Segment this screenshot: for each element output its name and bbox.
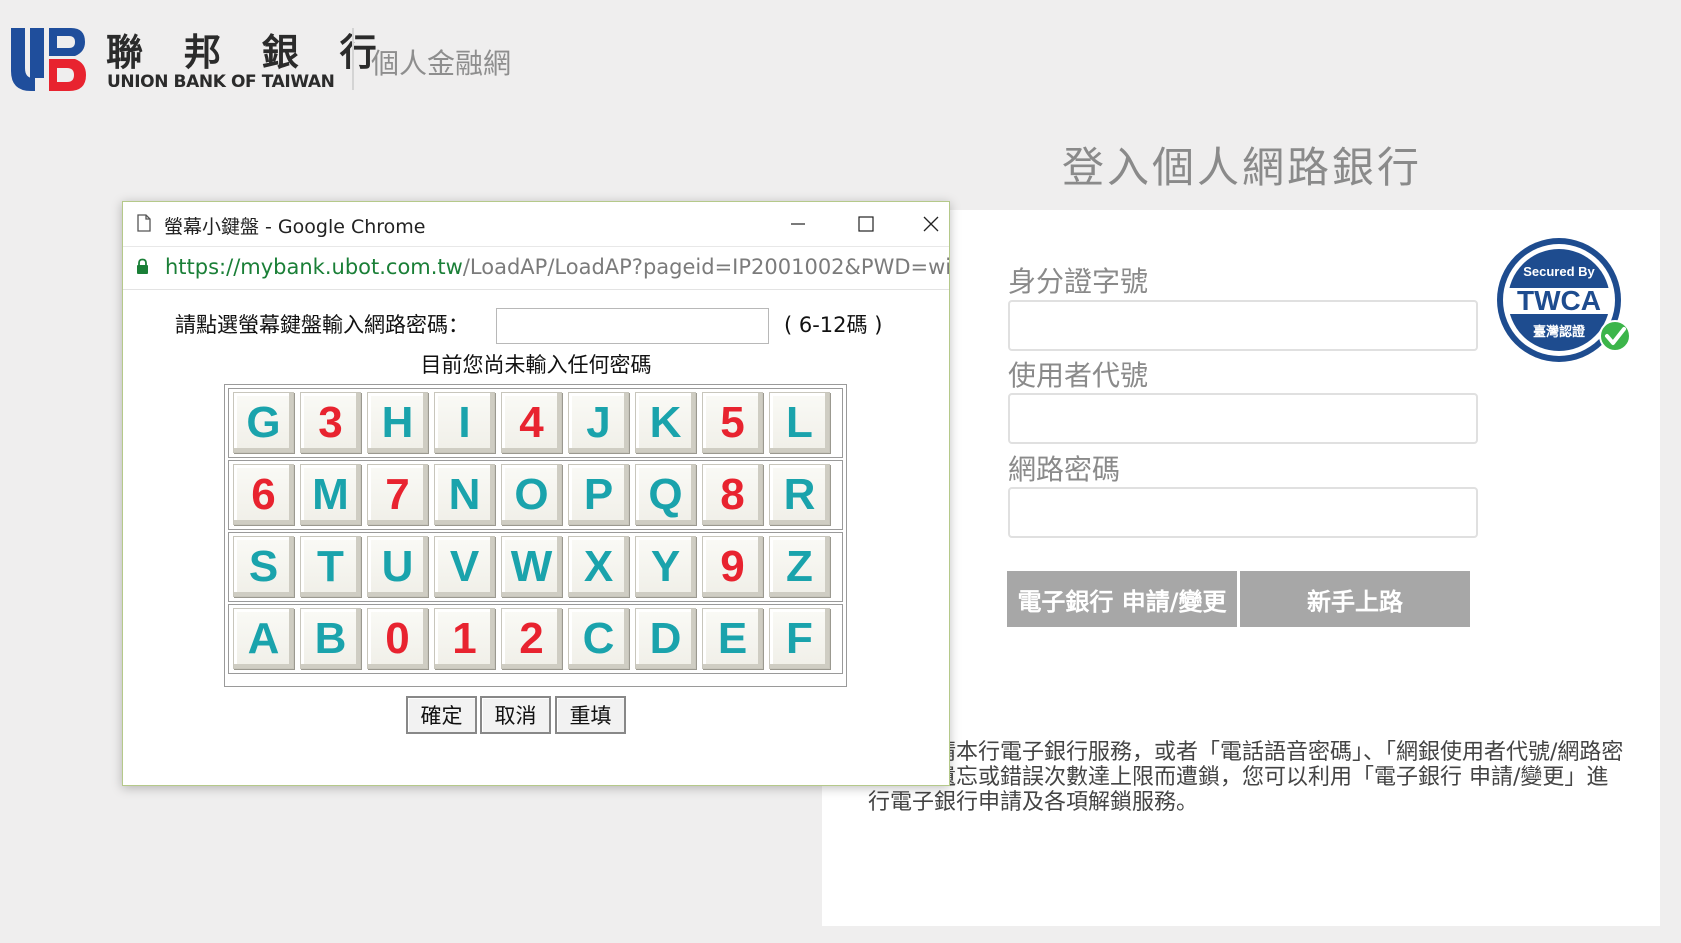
virtual-keyboard: G3HI4JK5L6M7NOPQ8RSTUVWXY9ZAB012CDEF: [224, 384, 847, 687]
keyboard-key[interactable]: 4: [501, 392, 562, 453]
keyboard-row: G3HI4JK5L: [228, 388, 843, 458]
login-title: 登入個人網路銀行: [1062, 143, 1423, 192]
keyboard-key[interactable]: U: [367, 536, 428, 597]
keyboard-key[interactable]: 1: [434, 608, 495, 669]
keyboard-key[interactable]: 2: [501, 608, 562, 669]
confirm-button[interactable]: 確定: [406, 696, 477, 734]
password-status-text: 目前您尚未輸入任何密碼: [420, 353, 652, 377]
id-number-input[interactable]: [1008, 300, 1478, 351]
screen-keyboard-password-input[interactable]: [496, 308, 769, 344]
address-bar[interactable]: https://mybank.ubot.com.tw/LoadAP/LoadAP…: [123, 246, 949, 290]
window-title: 螢幕小鍵盤 - Google Chrome: [164, 216, 426, 238]
url-text: https://mybank.ubot.com.tw/LoadAP/LoadAP…: [165, 255, 949, 279]
keyboard-key[interactable]: C: [568, 608, 629, 669]
close-button[interactable]: [909, 206, 953, 242]
apply-change-button[interactable]: 電子銀行 申請/變更: [1007, 571, 1237, 627]
bank-logo-icon: [11, 28, 86, 91]
window-titlebar[interactable]: 螢幕小鍵盤 - Google Chrome: [123, 202, 949, 246]
keyboard-key[interactable]: W: [501, 536, 562, 597]
url-host: https://mybank.ubot.com.tw: [165, 255, 463, 279]
keyboard-key[interactable]: R: [769, 464, 830, 525]
keyboard-key[interactable]: K: [635, 392, 696, 453]
password-input[interactable]: [1008, 487, 1478, 538]
user-id-label: 使用者代號: [1008, 359, 1149, 392]
maximize-button[interactable]: [844, 206, 888, 242]
maximize-icon: [858, 216, 874, 232]
keyboard-key[interactable]: Q: [635, 464, 696, 525]
minimize-icon: [791, 223, 805, 225]
id-number-label: 身分證字號: [1008, 265, 1149, 298]
lock-icon: [137, 258, 148, 274]
close-icon: [923, 216, 939, 232]
keyboard-key[interactable]: Z: [769, 536, 830, 597]
url-path: /LoadAP/LoadAP?pageid=IP2001002&PWD=winc: [462, 255, 949, 279]
keyboard-key[interactable]: 0: [367, 608, 428, 669]
keyboard-key[interactable]: J: [568, 392, 629, 453]
badge-top-text: Secured By: [1523, 264, 1595, 279]
keyboard-key[interactable]: A: [233, 608, 294, 669]
keyboard-key[interactable]: H: [367, 392, 428, 453]
user-id-input[interactable]: [1008, 393, 1478, 444]
header-divider: [352, 28, 354, 90]
keyboard-key[interactable]: 9: [702, 536, 763, 597]
password-length-hint: ( 6-12碼 ): [784, 313, 883, 337]
screen-keyboard-password-label: 請點選螢幕鍵盤輸入網路密碼：: [175, 313, 469, 337]
keyboard-key[interactable]: B: [300, 608, 361, 669]
section-title[interactable]: 個人金融網: [371, 42, 511, 82]
keyboard-key[interactable]: Y: [635, 536, 696, 597]
keyboard-key[interactable]: 3: [300, 392, 361, 453]
screen-keyboard-window: 螢幕小鍵盤 - Google Chrome https://mybank.ubo…: [122, 201, 950, 786]
keyboard-key[interactable]: 7: [367, 464, 428, 525]
badge-main-text: TWCA: [1517, 285, 1601, 316]
service-notice-text: 尚未申請本行電子銀行服務，或者「電話語音密碼」、「網銀使用者代號/網路密碼」因遺…: [868, 740, 1624, 815]
keyboard-row: AB012CDEF: [228, 604, 843, 674]
keyboard-key[interactable]: S: [233, 536, 294, 597]
keyboard-row: STUVWXY9Z: [228, 532, 843, 602]
keyboard-key[interactable]: I: [434, 392, 495, 453]
keyboard-key[interactable]: X: [568, 536, 629, 597]
keyboard-key[interactable]: 8: [702, 464, 763, 525]
keyboard-key[interactable]: M: [300, 464, 361, 525]
keyboard-key[interactable]: O: [501, 464, 562, 525]
keyboard-key[interactable]: E: [702, 608, 763, 669]
bank-name-chinese: 聯 邦 銀 行: [106, 31, 391, 74]
reset-button[interactable]: 重填: [555, 696, 626, 734]
document-icon: [137, 214, 151, 232]
keyboard-key[interactable]: G: [233, 392, 294, 453]
keyboard-key[interactable]: V: [434, 536, 495, 597]
keyboard-key[interactable]: F: [769, 608, 830, 669]
keyboard-key[interactable]: T: [300, 536, 361, 597]
minimize-button[interactable]: [776, 206, 820, 242]
bank-name-english: UNION BANK OF TAIWAN: [107, 72, 335, 92]
cancel-button[interactable]: 取消: [480, 696, 551, 734]
twca-secured-badge-icon[interactable]: TWCA Secured By 臺灣認證: [1497, 236, 1632, 364]
badge-bottom-text: 臺灣認證: [1533, 324, 1586, 340]
keyboard-key[interactable]: L: [769, 392, 830, 453]
keyboard-key[interactable]: D: [635, 608, 696, 669]
newbie-guide-button[interactable]: 新手上路: [1240, 571, 1470, 627]
keyboard-key[interactable]: 6: [233, 464, 294, 525]
password-label: 網路密碼: [1008, 453, 1121, 486]
keyboard-row: 6M7NOPQ8R: [228, 460, 843, 530]
keyboard-key[interactable]: 5: [702, 392, 763, 453]
keyboard-key[interactable]: N: [434, 464, 495, 525]
keyboard-key[interactable]: P: [568, 464, 629, 525]
